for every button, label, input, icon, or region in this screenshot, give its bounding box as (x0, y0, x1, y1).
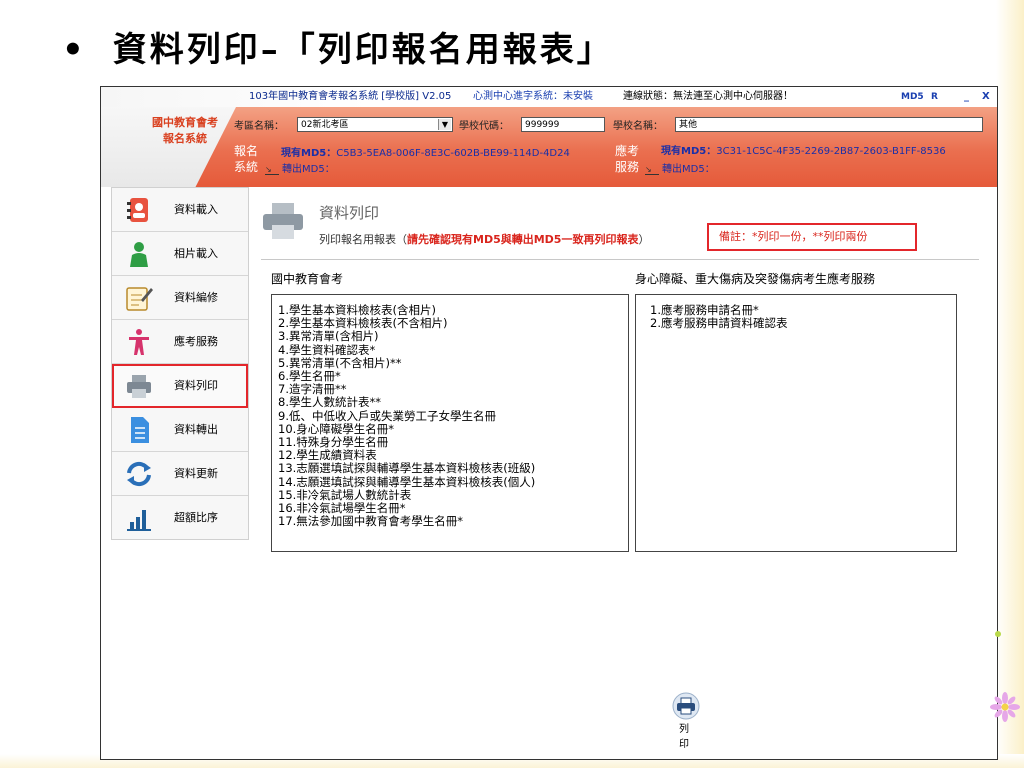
subtitle-prefix: 列印報名用報表（ (319, 233, 407, 246)
reg-system-label: 報名 系統 (234, 143, 258, 175)
list-item[interactable]: 2.應考服務申請資料確認表 (650, 317, 787, 330)
accessibility-icon (129, 329, 149, 355)
list-item[interactable]: 17.無法參加國中教育會考學生名冊* (278, 515, 535, 528)
memo-note: 備註：*列印一份，**列印兩份 (707, 223, 917, 251)
slide-background-edge (996, 0, 1024, 768)
sidebar-item-data-edit[interactable]: 資料編修 (112, 276, 248, 320)
center-status: 心測中心進字系統：未安裝 (473, 91, 593, 102)
reg-md5-out: ↘ 轉出MD5： (265, 160, 335, 175)
sidebar-item-photo-load[interactable]: 相片載入 (112, 232, 248, 276)
app-window: 103年國中教育會考報名系統 [學校版] V2.05 心測中心進字系統：未安裝 … (100, 86, 998, 760)
sidebar-item-data-update[interactable]: 資料更新 (112, 452, 248, 496)
list-item[interactable]: 14.志願選填試探與輔導學生基本資料檢核表(個人) (278, 475, 535, 489)
person-icon (130, 242, 148, 267)
report-list-exam[interactable]: 1.學生基本資料檢核表(含相片) 2.學生基本資料檢核表(不含相片) 3.異常清… (271, 294, 629, 552)
sidebar-item-data-print[interactable]: 資料列印 (112, 364, 248, 408)
reg-md5-label: 現有MD5： (281, 148, 337, 159)
district-value: 02新北考區 (301, 120, 349, 130)
print-button-label: 列 印 (679, 724, 695, 750)
report-list-service[interactable]: 1.應考服務申請名冊* 2.應考服務申請資料確認表 (635, 294, 957, 552)
logo-line-1: 國中教育會考 (152, 116, 218, 129)
printer-icon (672, 692, 700, 720)
district-label: 考區名稱： (234, 121, 284, 132)
printer-icon (263, 203, 303, 239)
app-title: 103年國中教育會考報名系統 [學校版] V2.05 (249, 91, 452, 102)
r-button[interactable]: R (931, 87, 938, 107)
subtitle-suffix: ） (638, 233, 650, 246)
slide-bullet: • (62, 30, 87, 70)
connection-status: 連線狀態：無法連至心測中心伺服器！ (623, 91, 793, 102)
page-title: 資料列印 (319, 204, 380, 222)
export-arrow-icon: ↘ (265, 165, 279, 175)
sidebar-item-label: 相片載入 (174, 247, 218, 260)
reg-label-1: 報名 (234, 144, 259, 158)
school-code-value: 999999 (525, 120, 560, 130)
window-titlebar: 103年國中教育會考報名系統 [學校版] V2.05 心測中心進字系統：未安裝 … (101, 87, 997, 107)
minimize-button[interactable]: _ (964, 87, 969, 107)
district-select[interactable]: 02新北考區 ▼ (297, 117, 453, 132)
edit-document-icon (126, 287, 153, 311)
svc-label-2: 服務 (615, 160, 640, 174)
print-panel: 資料列印 列印報名用報表（請先確認現有MD5與轉出MD5一致再列印報表） 備註：… (257, 187, 985, 759)
document-icon (131, 417, 149, 443)
bar-chart-icon (127, 510, 151, 531)
report-list-items: 1.應考服務申請名冊* 2.應考服務申請資料確認表 (650, 303, 787, 330)
svc-md5-value: 3C31-1C5C-4F35-2269-2B87-2603-B1FF-8536 (716, 146, 946, 157)
close-button[interactable]: X (982, 87, 990, 107)
sidebar: 資料載入 相片載入 資料編修 應考服務 資料列印 資料轉出 資料更新 超額比序 (111, 187, 249, 540)
sidebar-item-over-quota[interactable]: 超額比序 (112, 496, 248, 539)
report-list-items: 1.學生基本資料檢核表(含相片) 2.學生基本資料檢核表(不含相片) 3.異常清… (278, 303, 535, 528)
printer-icon (127, 375, 151, 398)
list-item[interactable]: 3.異常清單(含相片) (278, 330, 535, 343)
sidebar-item-label: 超額比序 (174, 511, 218, 524)
sidebar-item-data-load[interactable]: 資料載入 (112, 188, 248, 232)
slide-title: • 資料列印–「列印報名用報表」 (62, 22, 614, 71)
school-name-value: 其他 (679, 120, 698, 130)
export-arrow-icon: ↘ (645, 165, 659, 175)
address-book-icon (127, 198, 148, 222)
section-title-exam: 國中教育會考 (271, 272, 344, 286)
chevron-down-icon[interactable]: ▼ (438, 119, 451, 130)
sidebar-item-exam-service[interactable]: 應考服務 (112, 320, 248, 364)
svc-out-label: 轉出MD5： (662, 164, 715, 175)
flower-icon (990, 692, 1020, 722)
sidebar-item-label: 資料更新 (174, 467, 218, 480)
reg-md5-value: C5B3-5EA8-006F-8E3C-602B-BE99-114D-4D24 (336, 148, 570, 159)
list-item[interactable]: 13.志願選填試探與輔導學生基本資料檢核表(班級) (278, 462, 535, 475)
page-subtitle: 列印報名用報表（請先確認現有MD5與轉出MD5一致再列印報表） (319, 231, 649, 247)
list-item[interactable]: 4.學生資料確認表* (278, 343, 535, 357)
system-logo: 國中教育會考 報名系統 (137, 115, 233, 147)
school-code-label: 學校代碼： (459, 121, 509, 132)
school-name-field[interactable]: 其他 (675, 117, 983, 132)
svc-md5-line: 現有MD5：3C31-1C5C-4F35-2269-2B87-2603-B1FF… (661, 142, 946, 157)
list-item[interactable]: 8.學生人數統計表** (278, 396, 535, 409)
sidebar-item-label: 應考服務 (174, 335, 218, 348)
svc-label-1: 應考 (615, 144, 640, 158)
decorative-dot-icon (995, 631, 1001, 637)
sidebar-item-data-export[interactable]: 資料轉出 (112, 408, 248, 452)
section-title-service: 身心障礙、重大傷病及突發傷病考生應考服務 (635, 272, 876, 286)
reg-out-label: 轉出MD5： (282, 164, 335, 175)
logo-line-2: 報名系統 (163, 132, 207, 145)
list-item[interactable]: 9.低、中低收入戶或失業勞工子女學生名冊 (278, 409, 535, 423)
sidebar-item-label: 資料編修 (174, 291, 218, 304)
svc-md5-label: 現有MD5： (661, 146, 717, 157)
app-header: 國中教育會考 報名系統 考區名稱： 02新北考區 ▼ 學校代碼： 999999 … (101, 107, 997, 187)
school-code-field[interactable]: 999999 (521, 117, 605, 132)
svc-md5-out: ↘ 轉出MD5： (645, 160, 715, 175)
md5-button[interactable]: MD5 (901, 87, 924, 107)
main-body: 資料載入 相片載入 資料編修 應考服務 資料列印 資料轉出 資料更新 超額比序 … (101, 187, 997, 759)
sidebar-item-label: 資料載入 (174, 203, 218, 216)
divider (261, 259, 979, 260)
refresh-icon (127, 461, 151, 487)
sidebar-item-label: 資料轉出 (174, 423, 218, 436)
sidebar-item-label: 資料列印 (174, 379, 218, 392)
reg-md5-line: 現有MD5：C5B3-5EA8-006F-8E3C-602B-BE99-114D… (281, 144, 570, 159)
print-button-exam[interactable]: 列 印 (665, 692, 705, 750)
svc-system-label: 應考 服務 (615, 143, 639, 175)
slide-title-text: 資料列印–「列印報名用報表」 (112, 30, 614, 70)
subtitle-warning: 請先確認現有MD5與轉出MD5一致再列印報表 (407, 233, 639, 246)
school-name-label: 學校名稱： (613, 121, 663, 132)
reg-label-2: 系統 (234, 160, 259, 174)
